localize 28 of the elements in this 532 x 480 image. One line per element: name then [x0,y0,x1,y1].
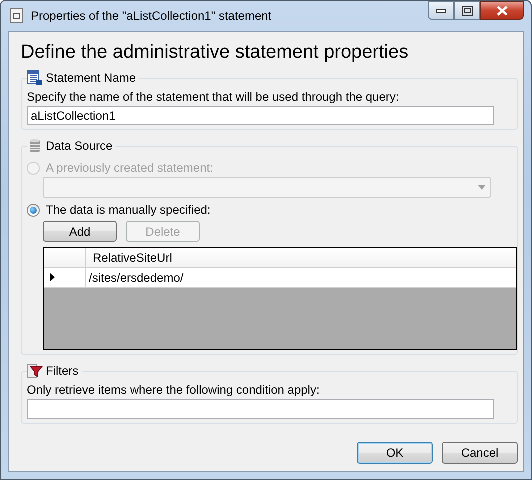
radio-label[interactable]: The data is manually specified: [46,203,211,217]
radio-button[interactable] [27,204,40,216]
table-icon [27,70,43,86]
dropdown-arrow-icon [478,185,486,190]
document-icon [10,8,24,24]
row-header [44,248,86,268]
maximize-icon [462,6,472,16]
field-label: Only retrieve items where the following condition apply: [27,383,321,397]
maximize-button[interactable] [454,1,480,20]
column-header[interactable]: RelativeSiteUrl [86,248,516,268]
ok-button[interactable]: OK [357,442,433,464]
group-title: Statement Name [46,71,136,85]
window-title: Properties of the "aListCollection1" statement [31,9,273,23]
group-title: Filters [46,364,79,378]
current-row-icon [50,273,55,282]
minimize-button[interactable] [428,1,454,20]
condition-input[interactable] [27,399,494,419]
group-title: Data Source [46,139,113,153]
add-button[interactable]: Add [43,221,117,242]
close-button[interactable] [480,1,524,20]
dialog-heading: Define the administrative statement properties [21,42,410,64]
minimize-icon [436,8,446,12]
cancel-button[interactable]: Cancel [442,442,518,464]
row-header[interactable] [44,268,86,288]
table-cell[interactable]: /sites/ersdedemo/ [86,268,516,288]
field-label: Specify the name of the statement that will be used through the query: [27,90,400,104]
name-input[interactable]: aListCollection1 [27,106,494,125]
close-icon [496,6,508,16]
